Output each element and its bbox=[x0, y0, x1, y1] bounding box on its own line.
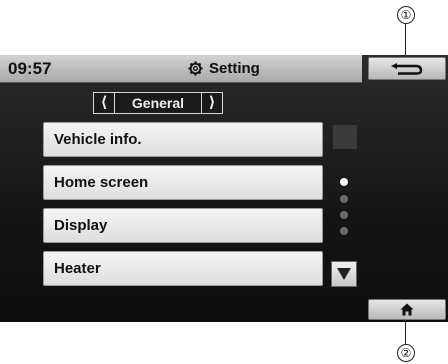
chevron-right-icon[interactable]: ⟩ bbox=[201, 93, 222, 113]
menu-item-home-screen[interactable]: Home screen bbox=[43, 165, 323, 200]
menu-item-label: Vehicle info. bbox=[54, 131, 142, 148]
callout-number-1: ① bbox=[397, 6, 415, 24]
page-indicator-dot-2 bbox=[340, 195, 348, 203]
callout-leader-2 bbox=[405, 320, 407, 344]
screen-title-text: Setting bbox=[209, 60, 260, 77]
triangle-down-icon bbox=[337, 268, 351, 280]
chevron-left-icon[interactable]: ⟨ bbox=[94, 93, 115, 113]
menu-item-label: Display bbox=[54, 217, 108, 234]
scroll-down-button[interactable] bbox=[331, 261, 357, 287]
gear-icon bbox=[188, 61, 203, 76]
category-selector: ⟨ General ⟩ bbox=[93, 92, 223, 114]
menu-item-heater[interactable]: Heater bbox=[43, 251, 323, 286]
page-indicator-dot-3 bbox=[340, 211, 348, 219]
page-indicator-dot-4 bbox=[340, 227, 348, 235]
menu-item-label: Heater bbox=[54, 260, 101, 277]
menu-item-label: Home screen bbox=[54, 174, 149, 191]
back-arrow-icon bbox=[391, 62, 423, 75]
display-screen: 09:57 Setting ⟨ General ⟩ Vehicle info. … bbox=[0, 55, 448, 322]
menu-item-display[interactable]: Display bbox=[43, 208, 323, 243]
category-label: General bbox=[131, 95, 185, 111]
callout-number-2: ② bbox=[397, 344, 415, 362]
clock-time: 09:57 bbox=[8, 59, 52, 78]
back-button[interactable] bbox=[368, 57, 446, 80]
home-button[interactable] bbox=[368, 299, 446, 320]
scroll-up-button bbox=[333, 125, 357, 149]
screen-title: Setting bbox=[188, 60, 260, 77]
home-icon bbox=[400, 303, 414, 316]
page-indicator-dot-1 bbox=[340, 178, 348, 186]
status-bar: 09:57 Setting bbox=[0, 55, 362, 83]
menu-item-vehicle-info[interactable]: Vehicle info. bbox=[43, 122, 323, 157]
